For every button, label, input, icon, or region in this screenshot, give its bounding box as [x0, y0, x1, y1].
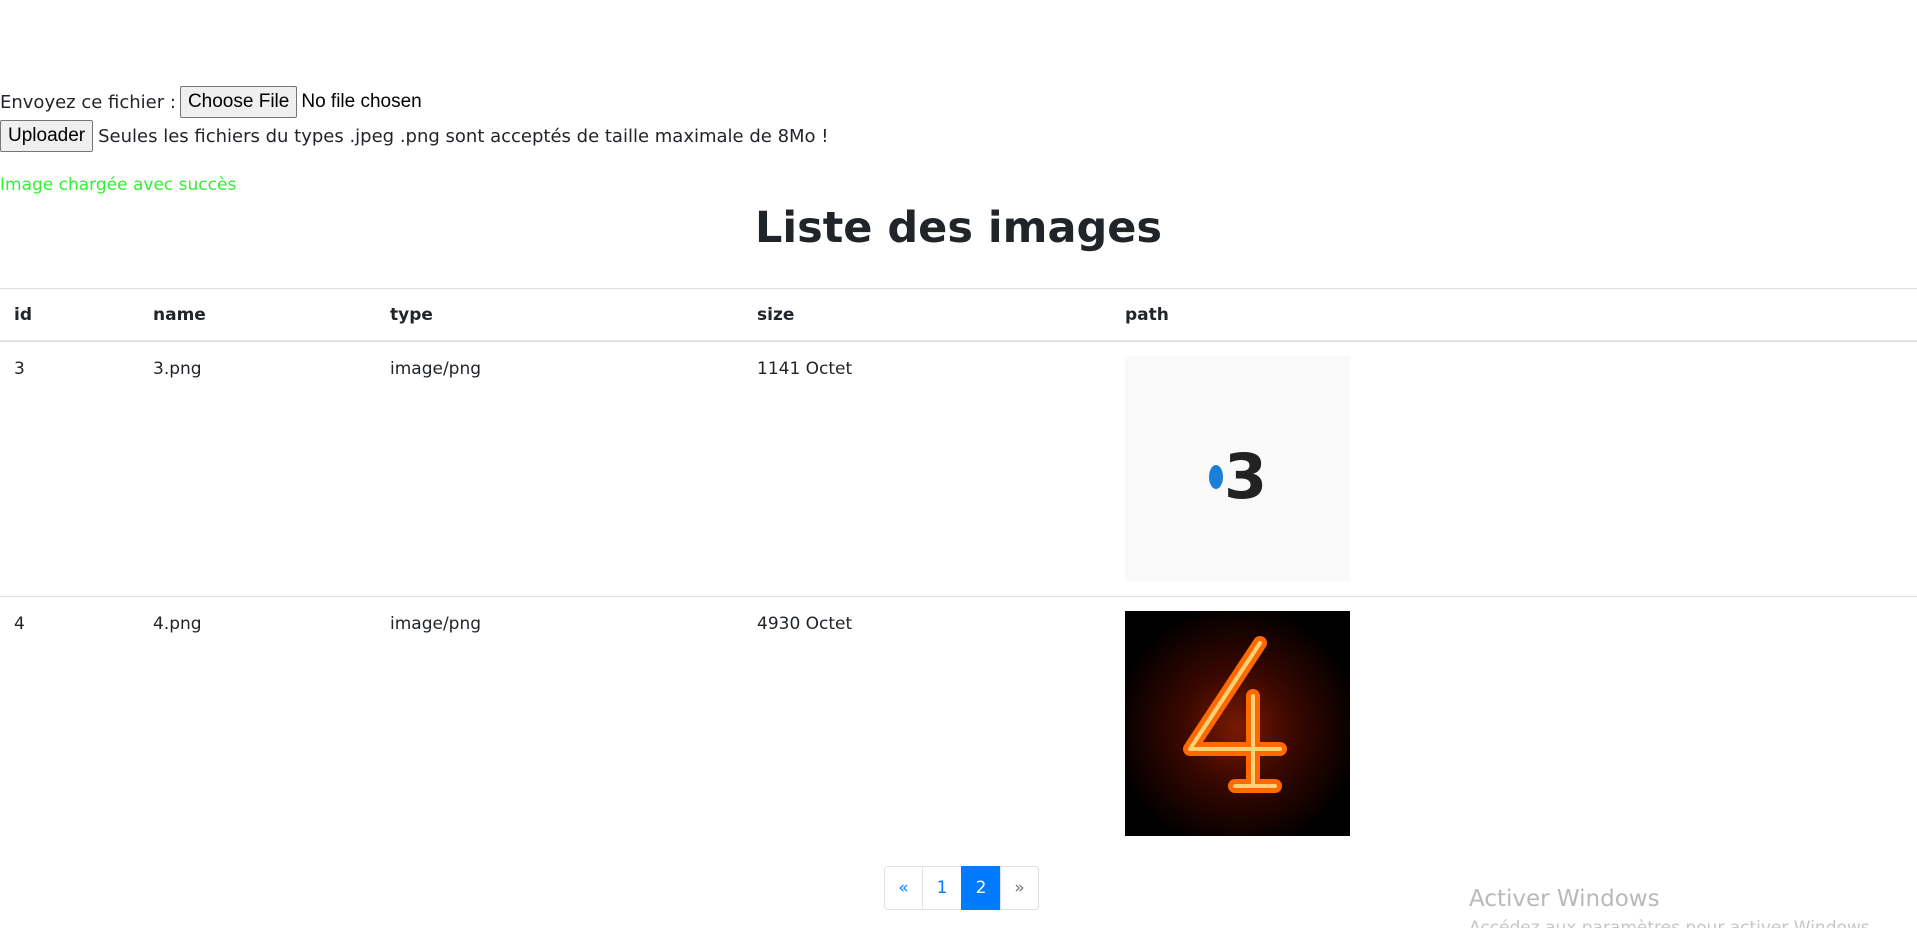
cell-id: 3	[0, 341, 139, 597]
cell-name: 4.png	[153, 614, 202, 634]
column-header-size: size	[743, 288, 1111, 342]
cell-size: 1141 Octet	[743, 341, 1111, 597]
column-header-id: id	[0, 288, 139, 342]
send-file-label: Envoyez ce fichier :	[0, 91, 176, 113]
pagination-page-2[interactable]: 2	[961, 866, 1001, 910]
success-message: Image chargée avec succès	[0, 175, 237, 195]
pagination: « 1 2 »	[884, 866, 1039, 910]
france3-logo-image: 3	[1125, 356, 1350, 581]
table-row: 3 3.png image/png 1141 Octet 3	[0, 341, 1917, 597]
cell-size: 4930 Octet	[757, 614, 853, 634]
pagination-next[interactable]: »	[1000, 866, 1039, 910]
choose-file-button[interactable]: Choose File	[179, 86, 298, 118]
cell-path: 3	[1111, 341, 1917, 597]
page-title: Liste des images	[754, 203, 1163, 253]
column-header-path: path	[1111, 288, 1917, 342]
file-status-text: No file chosen	[301, 91, 422, 112]
svg-text:3: 3	[1224, 440, 1267, 513]
windows-activation-watermark: Activer Windows	[1469, 886, 1660, 912]
cell-id: 4	[14, 614, 25, 634]
fire-four-image	[1125, 611, 1350, 836]
cell-type: image/png	[390, 614, 482, 634]
pagination-prev[interactable]: «	[884, 866, 923, 910]
table-row: 4 4.png image/png 4930 Octet	[0, 597, 1917, 852]
cell-name: 3.png	[139, 341, 376, 597]
column-header-type: type	[376, 288, 743, 342]
upload-button[interactable]: Uploader	[0, 120, 94, 152]
cell-type: image/png	[376, 341, 743, 597]
table-header-row: id name type size path	[0, 288, 1917, 342]
upload-note: Seules les fichiers du types .jpeg .png …	[98, 125, 829, 147]
windows-activation-subtext: Accédez aux paramètres pour activer Wind…	[1469, 918, 1876, 928]
column-header-name: name	[139, 288, 376, 342]
images-table: id name type size path 3 3.png image/png…	[0, 288, 1917, 851]
upload-submit-row: Uploader Seules les fichiers du types .j…	[0, 120, 829, 152]
pagination-page-1[interactable]: 1	[922, 866, 962, 910]
page: Envoyez ce fichier : Choose File No file…	[0, 0, 1917, 928]
cell-path	[1111, 597, 1917, 852]
upload-row: Envoyez ce fichier : Choose File No file…	[0, 86, 422, 118]
